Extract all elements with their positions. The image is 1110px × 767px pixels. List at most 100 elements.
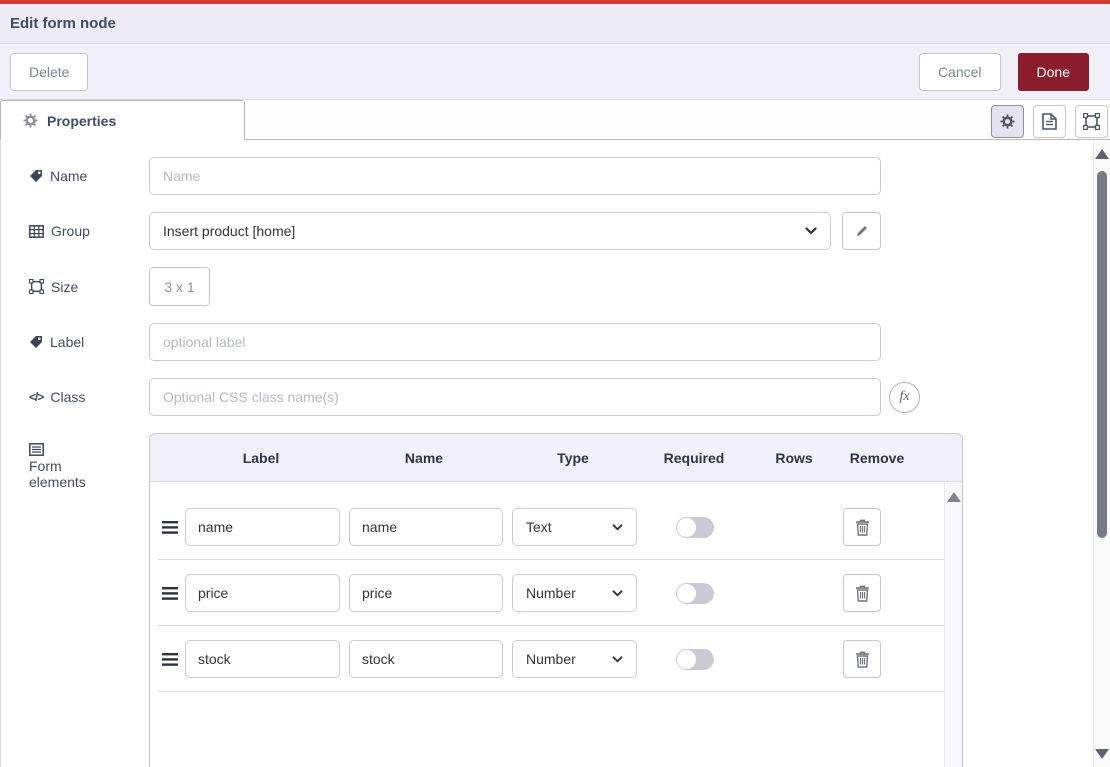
done-button[interactable]: Done — [1018, 53, 1089, 91]
class-field-label: </> Class — [1, 389, 149, 405]
label-field-row: Label — [1, 323, 1110, 361]
element-label-input[interactable] — [185, 574, 340, 612]
tab-properties[interactable]: Properties — [0, 100, 245, 140]
table-grid-icon — [29, 225, 44, 238]
toggle-knob — [677, 650, 696, 669]
expression-button[interactable]: fx — [889, 382, 920, 413]
label-input[interactable] — [149, 323, 881, 361]
trash-icon — [855, 585, 870, 602]
element-type-select[interactable]: Number — [512, 574, 637, 612]
scrollbar-thumb[interactable] — [1097, 171, 1107, 538]
name-field-label-text: Name — [50, 168, 87, 184]
form-element-row: Number — [158, 626, 944, 692]
dialog-title: Edit form node — [10, 15, 116, 32]
code-icon: </> — [29, 390, 43, 404]
remove-element-button[interactable] — [843, 508, 881, 546]
form-elements-table-header: LabelNameTypeRequiredRowsRemove — [150, 434, 962, 482]
tag-icon — [29, 169, 43, 183]
group-select-value: Insert product [home] — [163, 223, 805, 239]
drag-handle-icon[interactable] — [162, 521, 178, 534]
group-select[interactable]: Insert product [home] — [149, 212, 831, 250]
chevron-down-icon — [805, 227, 817, 235]
properties-view-button[interactable] — [991, 105, 1024, 138]
size-button[interactable]: 3 x 1 — [149, 267, 210, 306]
dialog-header: Edit form node — [0, 4, 1110, 44]
element-type-select[interactable]: Text — [512, 508, 637, 546]
edit-group-button[interactable] — [842, 212, 881, 250]
tab-properties-label: Properties — [47, 113, 116, 129]
remove-element-button[interactable] — [843, 574, 881, 612]
form-elements-label-text: Form elements — [29, 458, 109, 490]
tag-icon — [29, 335, 43, 349]
cancel-button[interactable]: Cancel — [919, 53, 1001, 91]
name-field-row: Name — [1, 157, 1110, 195]
element-name-input[interactable] — [349, 508, 503, 546]
drag-handle-icon[interactable] — [162, 653, 178, 666]
group-field-label: Group — [1, 223, 149, 239]
trash-icon — [855, 651, 870, 668]
element-type-value: Number — [526, 585, 612, 601]
size-field-row: Size 3 x 1 — [1, 267, 1110, 306]
class-field-row: </> Class fx — [1, 378, 1110, 416]
document-icon — [1042, 113, 1057, 130]
label-field-label: Label — [1, 334, 149, 350]
appearance-icon — [1083, 113, 1100, 130]
drag-handle-icon[interactable] — [162, 587, 178, 600]
class-field-label-text: Class — [50, 389, 85, 405]
element-type-value: Number — [526, 651, 612, 667]
required-toggle[interactable] — [676, 649, 714, 670]
group-field-row: Group Insert product [home] — [1, 212, 1110, 250]
group-field-label-text: Group — [51, 223, 90, 239]
name-input[interactable] — [149, 157, 881, 195]
edit-form-node-dialog: Edit form node Delete Cancel Done Proper… — [0, 0, 1110, 767]
element-label-input[interactable] — [185, 508, 340, 546]
editor-view-buttons — [991, 105, 1108, 138]
column-header-name: Name — [405, 450, 443, 466]
form-element-row: Text — [158, 494, 944, 560]
name-field-label: Name — [1, 168, 149, 184]
pencil-icon — [855, 224, 869, 238]
class-input[interactable] — [149, 378, 881, 416]
toggle-knob — [677, 584, 696, 603]
form-elements-table: LabelNameTypeRequiredRowsRemove Text — [149, 433, 963, 767]
element-type-value: Text — [526, 519, 612, 535]
toggle-knob — [677, 518, 696, 537]
scroll-up-icon[interactable] — [947, 492, 961, 502]
element-type-select[interactable]: Number — [512, 640, 637, 678]
appearance-view-button[interactable] — [1075, 105, 1108, 138]
form-elements-icon — [29, 443, 44, 456]
chevron-down-icon — [612, 656, 623, 663]
main-scrollbar[interactable] — [1093, 141, 1110, 767]
trash-icon — [855, 519, 870, 536]
remove-element-button[interactable] — [843, 640, 881, 678]
form-elements-table-body: Text — [150, 482, 944, 767]
properties-panel: Name Group Insert product [home] — [0, 141, 1110, 767]
delete-button[interactable]: Delete — [10, 53, 88, 91]
required-toggle[interactable] — [676, 517, 714, 538]
dialog-button-bar: Delete Cancel Done — [0, 44, 1110, 100]
form-elements-row: Form elements LabelNameTypeRequiredRowsR… — [1, 433, 1110, 767]
gear-icon — [1000, 114, 1015, 129]
chevron-down-icon — [612, 590, 623, 597]
size-field-label: Size — [1, 279, 149, 295]
scroll-down-icon[interactable] — [1095, 749, 1109, 759]
form-element-row: Number — [158, 560, 944, 626]
column-header-required: Required — [664, 450, 725, 466]
description-view-button[interactable] — [1033, 105, 1066, 138]
label-field-label-text: Label — [50, 334, 84, 350]
element-label-input[interactable] — [185, 640, 340, 678]
size-field-label-text: Size — [51, 279, 78, 295]
column-header-rows: Rows — [775, 450, 812, 466]
column-header-type: Type — [557, 450, 589, 466]
gear-icon — [23, 113, 38, 128]
column-header-remove: Remove — [850, 450, 904, 466]
table-scrollbar[interactable] — [944, 482, 962, 767]
element-name-input[interactable] — [349, 640, 503, 678]
required-toggle[interactable] — [676, 583, 714, 604]
chevron-down-icon — [612, 524, 623, 531]
scroll-up-icon[interactable] — [1095, 149, 1109, 159]
size-icon — [29, 279, 44, 294]
editor-tab-bar: Properties — [0, 100, 1110, 140]
form-elements-label: Form elements — [1, 433, 149, 490]
element-name-input[interactable] — [349, 574, 503, 612]
